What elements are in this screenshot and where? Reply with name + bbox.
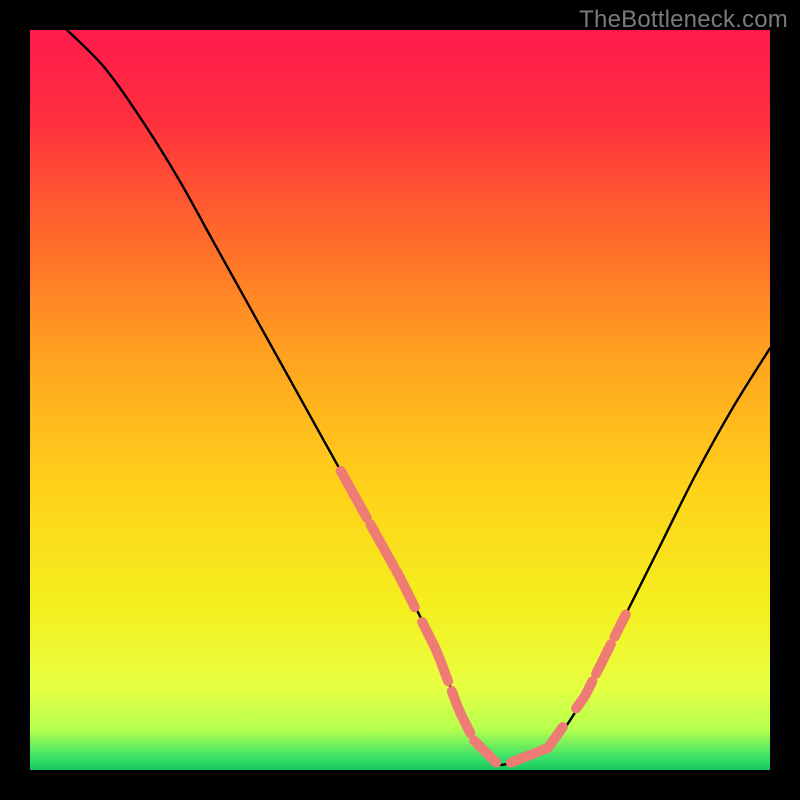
gradient-background xyxy=(30,30,770,770)
bottleneck-chart xyxy=(30,30,770,770)
watermark-text: TheBottleneck.com xyxy=(579,6,788,34)
chart-frame xyxy=(30,30,770,770)
